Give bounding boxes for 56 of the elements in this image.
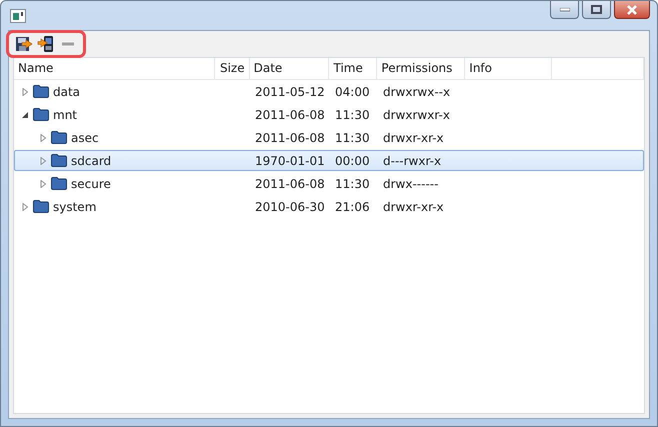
- maximize-button[interactable]: [582, 1, 611, 19]
- collapsed-arrow-icon[interactable]: [21, 202, 29, 210]
- time-cell: 11:30: [335, 130, 370, 144]
- column-header[interactable]: Name: [14, 58, 215, 79]
- column-header[interactable]: Date: [250, 58, 330, 79]
- maximize-icon: [591, 5, 602, 14]
- floppy-arrow-icon: [15, 35, 33, 53]
- collapsed-arrow-icon[interactable]: [39, 180, 47, 188]
- column-header[interactable]: Permissions: [377, 58, 466, 79]
- tree-row[interactable]: data 2011-05-12 04:00 drwxrwx--x: [14, 81, 644, 102]
- permissions-cell: drwxrwxr-x: [383, 108, 450, 122]
- time-cell: 11:30: [335, 176, 370, 190]
- close-icon: [626, 4, 638, 14]
- tree-row[interactable]: asec 2011-06-08 11:30 drwxr-xr-x: [14, 127, 644, 148]
- folder-icon: [51, 177, 67, 190]
- date-cell: 2010-06-30: [255, 200, 325, 214]
- time-cell: 00:00: [335, 154, 370, 168]
- minimize-button[interactable]: [550, 1, 579, 19]
- date-cell: 2011-06-08: [255, 176, 325, 190]
- date-cell: 1970-01-01: [255, 154, 325, 168]
- permissions-cell: drwx------: [383, 176, 438, 190]
- phone-arrow-icon: [37, 35, 55, 53]
- permissions-cell: drwxrwx--x: [383, 84, 450, 98]
- permissions-cell: drwxr-xr-x: [383, 130, 444, 144]
- minimize-icon: [560, 8, 570, 12]
- time-cell: 04:00: [335, 84, 370, 98]
- folder-icon: [33, 108, 49, 121]
- permissions-cell: d---rwxr-x: [383, 154, 442, 168]
- window-icon: [10, 8, 26, 22]
- folder-name: system: [53, 200, 96, 214]
- column-header[interactable]: Info: [465, 58, 552, 79]
- tree-row[interactable]: mnt 2011-06-08 11:30 drwxrwxr-x: [14, 104, 644, 125]
- folder-icon: [33, 200, 49, 213]
- folder-icon: [51, 131, 67, 144]
- date-cell: 2011-05-12: [255, 84, 325, 98]
- tree-row[interactable]: sdcard 1970-01-01 00:00 d---rwxr-x: [14, 150, 644, 171]
- collapsed-arrow-icon[interactable]: [39, 134, 47, 142]
- column-header[interactable]: Size: [214, 58, 250, 79]
- folder-name: secure: [71, 176, 111, 190]
- date-cell: 2011-06-08: [255, 108, 325, 122]
- tree-row[interactable]: secure 2011-06-08 11:30 drwx------: [14, 173, 644, 194]
- folder-name: data: [53, 84, 80, 98]
- permissions-cell: drwxr-xr-x: [383, 200, 444, 214]
- time-cell: 11:30: [335, 108, 370, 122]
- folder-name: asec: [71, 130, 99, 144]
- time-cell: 21:06: [335, 200, 370, 214]
- column-header[interactable]: Time: [329, 58, 378, 79]
- collapsed-arrow-icon[interactable]: [21, 88, 29, 96]
- folder-icon: [33, 85, 49, 98]
- folder-name: mnt: [53, 108, 77, 122]
- folder-icon: [51, 154, 67, 167]
- tree-row[interactable]: system 2010-06-30 21:06 drwxr-xr-x: [14, 196, 644, 217]
- date-cell: 2011-06-08: [255, 130, 325, 144]
- expanded-arrow-icon[interactable]: [21, 110, 29, 118]
- close-button[interactable]: [614, 1, 650, 19]
- folder-name: sdcard: [71, 154, 112, 168]
